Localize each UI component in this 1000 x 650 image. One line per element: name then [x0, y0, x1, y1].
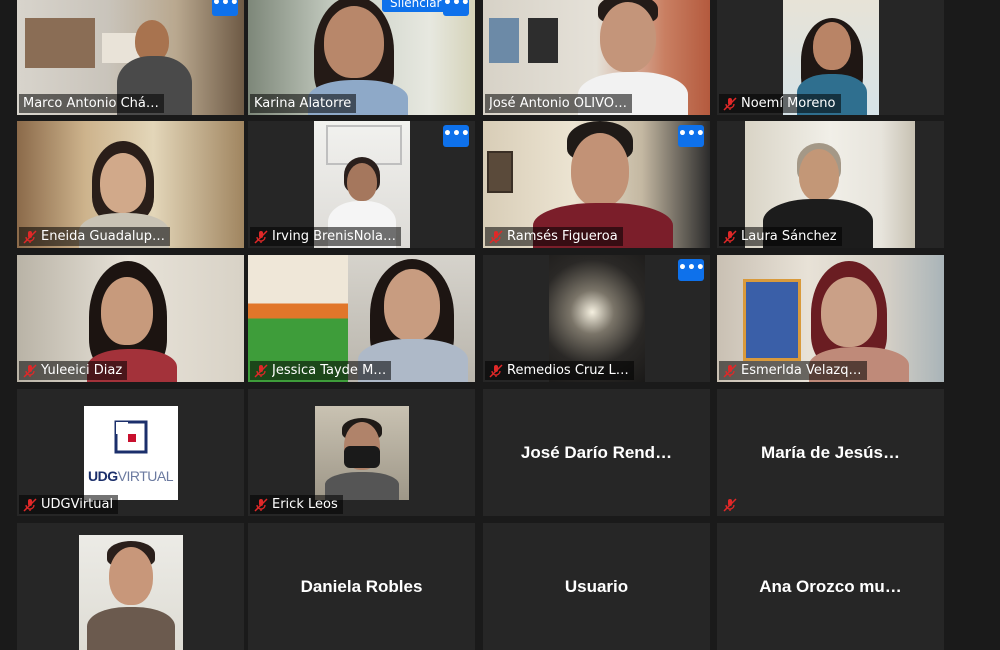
participant-name-tag: UDGVirtual [19, 495, 119, 514]
participant-name: José Antonio OLIVO… [489, 96, 628, 111]
participant-tile-ana[interactable]: Ana Orozco mu… [717, 523, 944, 650]
participant-tile-unnamed[interactable] [17, 523, 244, 650]
participant-tile-jose-dario[interactable]: José Darío Rend… [483, 389, 710, 516]
mic-muted-icon [723, 96, 737, 111]
participant-tile-karina[interactable]: Silenciar ••• Karina Alatorre [248, 0, 475, 115]
poster [528, 18, 558, 63]
participant-name-tag: Remedios Cruz L… [485, 361, 634, 380]
participant-name-display: José Darío Rend… [520, 442, 673, 462]
mic-muted-icon [723, 229, 737, 244]
participant-name: Ramsés Figueroa [507, 229, 618, 244]
participant-name: Laura Sánchez [741, 229, 837, 244]
participant-name: Esmerlda Velazq… [741, 363, 862, 378]
participant-tile-esmerlda[interactable]: Esmerlda Velazq… [717, 255, 944, 382]
participant-name-display: María de Jesús… [761, 442, 900, 462]
participant-name-display: Ana Orozco mu… [759, 576, 902, 596]
participant-name-tag: Irving BrenisNola… [250, 227, 401, 246]
bookshelf [25, 18, 95, 68]
participant-name-tag: Erick Leos [250, 495, 343, 514]
participant-tile-jose-antonio[interactable]: José Antonio OLIVO… [483, 0, 710, 115]
participant-tile-laura[interactable]: Laura Sánchez [717, 121, 944, 248]
participant-tile-jessica[interactable]: Jessica Tayde M… [248, 255, 475, 382]
participant-name: Noemí Moreno [741, 96, 836, 111]
participant-name-tag: Karina Alatorre [250, 94, 357, 113]
participant-name-tag: Eneida Guadalup… [19, 227, 171, 246]
more-options-button[interactable]: ••• [678, 259, 705, 281]
participant-tile-udgvirtual[interactable]: UDGVIRTUAL UDGVirtual [17, 389, 244, 516]
participant-avatar [314, 406, 409, 500]
participant-name-tag: Ramsés Figueroa [485, 227, 623, 246]
participant-avatar [78, 535, 183, 650]
more-options-button[interactable]: ••• [678, 125, 705, 147]
mic-muted-icon [23, 363, 37, 378]
participant-tile-usuario[interactable]: Usuario [483, 523, 710, 650]
participant-tile-remedios[interactable]: ••• Remedios Cruz L… [483, 255, 710, 382]
virgin-picture [743, 279, 801, 361]
mic-muted-icon [254, 497, 268, 512]
participant-name-tag: José Antonio OLIVO… [485, 94, 633, 113]
mic-muted-icon [489, 229, 503, 244]
participant-tile-maria[interactable]: María de Jesús… [717, 389, 944, 516]
mic-muted-icon [723, 498, 737, 512]
participant-name: Karina Alatorre [254, 96, 352, 111]
participant-tile-daniela[interactable]: Daniela Robles [248, 523, 475, 650]
participant-tile-ramses[interactable]: ••• Ramsés Figueroa [483, 121, 710, 248]
more-options-button[interactable]: ••• [443, 0, 470, 16]
participant-name-tag: Esmerlda Velazq… [719, 361, 867, 380]
participant-name: Eneida Guadalup… [41, 229, 166, 244]
mic-muted-icon [23, 229, 37, 244]
participant-name-tag: Jessica Tayde M… [250, 361, 392, 380]
mute-participant-button[interactable]: Silenciar [382, 0, 450, 12]
mic-muted-icon [23, 497, 37, 512]
poster [489, 18, 519, 63]
face-mask [343, 446, 380, 468]
participant-tile-erick[interactable]: Erick Leos [248, 389, 475, 516]
participant-name: Erick Leos [272, 497, 338, 512]
participant-name-display: Daniela Robles [300, 576, 423, 596]
participant-name: Irving BrenisNola… [272, 229, 396, 244]
participant-name: Marco Antonio Chá… [23, 96, 159, 111]
udgvirtual-logo: UDGVIRTUAL [83, 406, 178, 500]
participant-name: Yuleeici Diaz [41, 363, 123, 378]
udg-logo-mark [114, 420, 147, 454]
more-options-button[interactable]: ••• [443, 125, 470, 147]
participant-name-display: Usuario [564, 576, 629, 596]
mic-muted-icon [254, 363, 268, 378]
participant-name-tag: Marco Antonio Chá… [19, 94, 164, 113]
participant-name: UDGVirtual [41, 497, 114, 512]
participant-name-tag: Yuleeici Diaz [19, 361, 128, 380]
participant-name-tag: Laura Sánchez [719, 227, 842, 246]
mic-muted-icon [489, 363, 503, 378]
picture-frame [487, 151, 513, 193]
udg-logo-text: UDGVIRTUAL [88, 468, 174, 484]
mic-muted-icon [723, 363, 737, 378]
participant-tile-noemi[interactable]: Noemí Moreno [717, 0, 944, 115]
participant-tile-marco[interactable]: ••• Marco Antonio Chá… [17, 0, 244, 115]
more-options-button[interactable]: ••• [212, 0, 239, 16]
mic-muted-icon [254, 229, 268, 244]
participant-name-tag [719, 496, 742, 514]
participant-tile-eneida[interactable]: Eneida Guadalup… [17, 121, 244, 248]
participant-tile-irving[interactable]: ••• Irving BrenisNola… [248, 121, 475, 248]
participant-name-tag: Noemí Moreno [719, 94, 841, 113]
participant-name: Remedios Cruz L… [507, 363, 629, 378]
participant-tile-yuleeici[interactable]: Yuleeici Diaz [17, 255, 244, 382]
participant-name: Jessica Tayde M… [272, 363, 387, 378]
